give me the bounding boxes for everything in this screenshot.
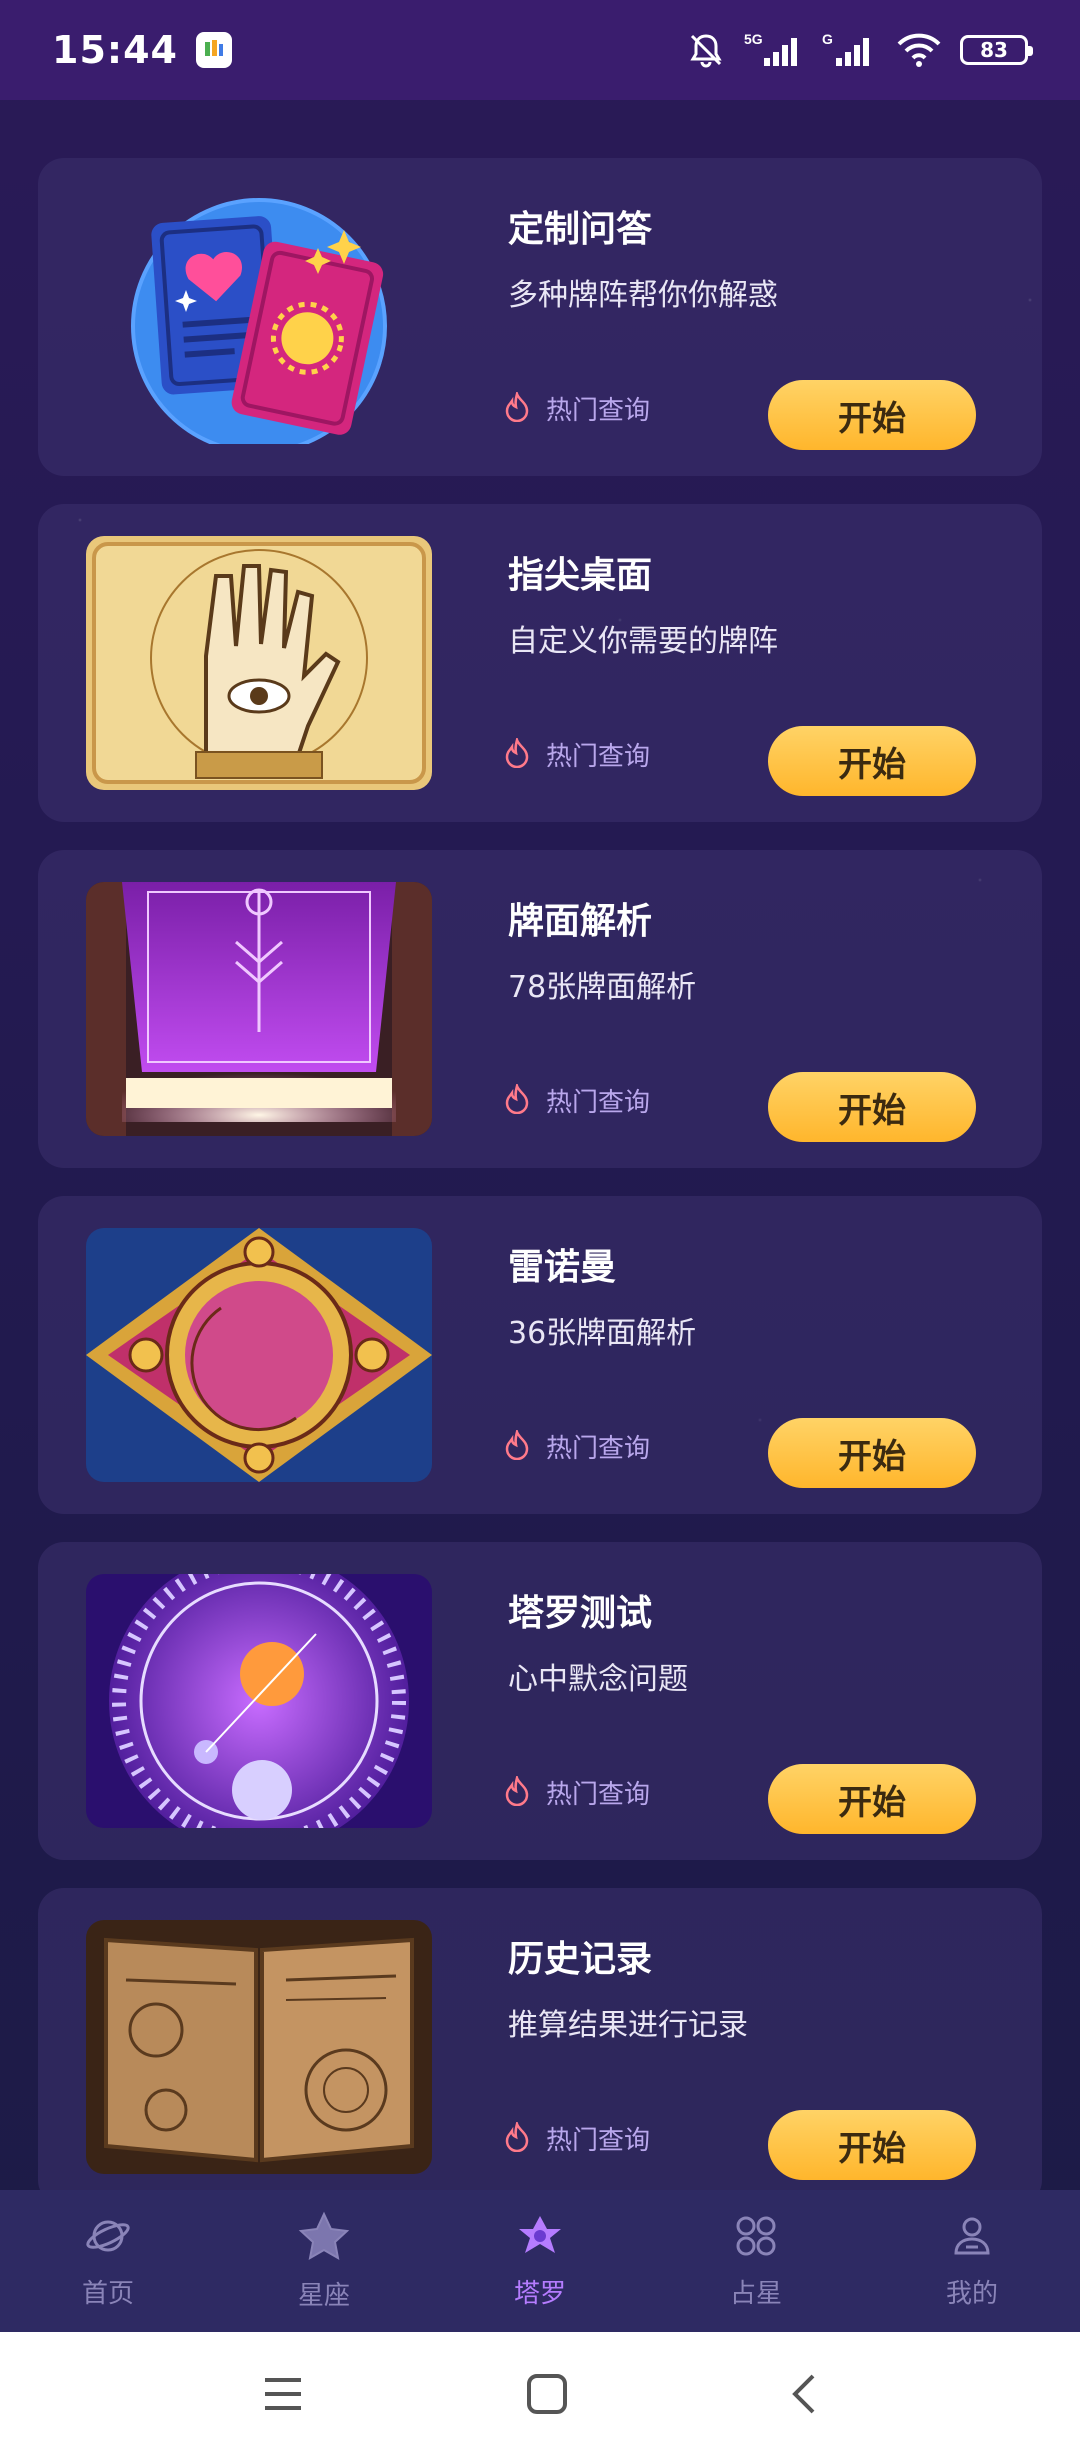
tab-label: 首页 xyxy=(81,2278,134,2309)
start-button[interactable]: 开始 xyxy=(768,1418,976,1488)
card-subtitle: 推算结果进行记录 xyxy=(508,2008,748,2043)
menu-icon[interactable] xyxy=(261,2374,305,2418)
hexagram-icon xyxy=(517,2213,563,2263)
flame-icon xyxy=(504,1427,530,1464)
hot-query-label: 热门查询 xyxy=(546,1780,651,1810)
card-subtitle: 多种牌阵帮你你解惑 xyxy=(508,278,778,313)
status-bar: 15:44 5G G 83 xyxy=(0,0,1080,100)
battery-level: 83 xyxy=(980,38,1008,62)
grid-icon xyxy=(733,2213,779,2263)
card-fingertip-desktop[interactable]: 指尖桌面 自定义你需要的牌阵 热门查询 开始 xyxy=(38,504,1042,822)
status-time: 15:44 xyxy=(52,28,178,72)
system-nav-bar xyxy=(0,2332,1080,2460)
zodiac-planets-wheel xyxy=(86,1574,432,1828)
card-subtitle: 自定义你需要的牌阵 xyxy=(508,624,778,659)
start-button[interactable]: 开始 xyxy=(768,726,976,796)
hot-query-label: 热门查询 xyxy=(546,396,651,426)
card-custom-qa[interactable]: 定制问答 多种牌阵帮你你解惑 热门查询 开始 xyxy=(38,158,1042,476)
tab-label: 我的 xyxy=(945,2278,998,2309)
card-tarot-test[interactable]: 塔罗测试 心中默念问题 热门查询 开始 xyxy=(38,1542,1042,1860)
hot-query-tag: 热门查询 xyxy=(504,1081,651,1119)
signal-g-icon: G xyxy=(822,30,878,70)
sun-moon-mandala-image xyxy=(86,1228,432,1482)
hot-query-tag: 热门查询 xyxy=(504,1427,651,1465)
card-card-analysis[interactable]: 牌面解析 78张牌面解析 热门查询 开始 xyxy=(38,850,1042,1168)
flame-icon xyxy=(504,1081,530,1118)
tab-mine[interactable]: 我的 xyxy=(864,2190,1080,2332)
start-button[interactable]: 开始 xyxy=(768,2110,976,2180)
tarot-cards-illustration xyxy=(86,190,432,444)
card-subtitle: 78张牌面解析 xyxy=(508,970,697,1005)
card-title: 指尖桌面 xyxy=(508,555,653,596)
wifi-icon xyxy=(896,30,942,70)
tab-home[interactable]: 首页 xyxy=(0,2190,216,2332)
tab-label: 塔罗 xyxy=(513,2278,566,2309)
back-icon[interactable] xyxy=(789,2372,819,2420)
card-title: 塔罗测试 xyxy=(508,1593,653,1634)
card-title: 定制问答 xyxy=(508,209,653,250)
tab-constellation[interactable]: 星座 xyxy=(216,2190,432,2332)
signal-5g-icon: 5G xyxy=(744,30,804,70)
start-button[interactable]: 开始 xyxy=(768,380,976,450)
hot-query-tag: 热门查询 xyxy=(504,735,651,773)
hot-query-label: 热门查询 xyxy=(546,2126,651,2156)
flame-icon xyxy=(504,389,530,426)
start-button[interactable]: 开始 xyxy=(768,1764,976,1834)
planet-icon xyxy=(85,2213,131,2263)
card-history[interactable]: 历史记录 推算结果进行记录 热门查询 开始 xyxy=(38,1888,1042,2206)
app-icon xyxy=(195,32,232,68)
user-icon xyxy=(949,2213,995,2263)
glowing-purple-tarot-card xyxy=(86,882,432,1136)
bottom-tab-bar: 首页 星座 塔罗 占星 我的 xyxy=(0,2190,1080,2332)
hot-query-tag: 热门查询 xyxy=(504,1773,651,1811)
bell-muted-icon xyxy=(686,30,726,70)
card-title: 雷诺曼 xyxy=(508,1247,617,1288)
star-icon xyxy=(296,2211,352,2265)
card-title: 历史记录 xyxy=(508,1939,653,1980)
flame-icon xyxy=(504,1773,530,1810)
hot-query-label: 热门查询 xyxy=(546,1088,651,1118)
tab-label: 星座 xyxy=(297,2280,350,2311)
card-title: 牌面解析 xyxy=(508,901,653,942)
hot-query-tag: 热门查询 xyxy=(504,2119,651,2157)
flame-icon xyxy=(504,2119,530,2156)
card-subtitle: 36张牌面解析 xyxy=(508,1316,697,1351)
hot-query-label: 热门查询 xyxy=(546,1434,651,1464)
palmistry-alchemy-image xyxy=(86,536,432,790)
start-button[interactable]: 开始 xyxy=(768,1072,976,1142)
card-subtitle: 心中默念问题 xyxy=(508,1662,688,1697)
flame-icon xyxy=(504,735,530,772)
tab-label: 占星 xyxy=(729,2278,782,2309)
battery-icon: 83 xyxy=(960,35,1033,65)
tab-tarot[interactable]: 塔罗 xyxy=(432,2190,648,2332)
svg-text:5G: 5G xyxy=(744,31,763,47)
svg-text:G: G xyxy=(822,31,833,47)
card-lenormand[interactable]: 雷诺曼 36张牌面解析 热门查询 开始 xyxy=(38,1196,1042,1514)
ancient-book-image xyxy=(86,1920,432,2174)
tab-astrology[interactable]: 占星 xyxy=(648,2190,864,2332)
hot-query-label: 热门查询 xyxy=(546,742,651,772)
home-icon[interactable] xyxy=(525,2372,569,2420)
hot-query-tag: 热门查询 xyxy=(504,389,651,427)
